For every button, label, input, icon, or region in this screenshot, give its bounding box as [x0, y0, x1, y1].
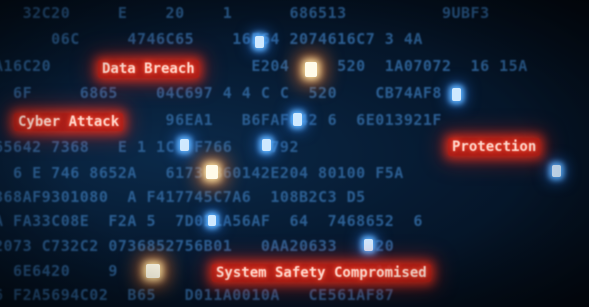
hex-code-row: 06C 4746C65 16E64 2074616C7 3 4A [0, 30, 423, 48]
hex-code-row: 2073 C732C2 0736852756B01 0AA20633 520 [0, 237, 395, 255]
hex-code-row: A FA33C08E F2A 5 7D011A56AF 64 7468652 6 [0, 212, 423, 230]
glowing-white-cell [305, 62, 317, 77]
hex-code-row: 6 E 746 8652A 61736B60142E204 80100 F5A [0, 164, 404, 182]
alert-protection: Protection [448, 138, 541, 156]
glowing-white-cell [206, 165, 218, 179]
glowing-blue-cell [208, 215, 216, 226]
alert-data-breach: Data Breach [98, 60, 199, 78]
alert-cyber-attack: Cyber Attack [14, 113, 124, 131]
hex-code-row: 6F 6865 04C697 4 4 C C 520 CB74AF8 [0, 84, 442, 102]
hex-code-row: A16C20 E204 520 1A07072 16 15A [0, 57, 528, 75]
hex-code-row: 6 F2A5694C02 B65 D011A0010A CE561AF87 [0, 286, 395, 304]
glowing-blue-cell [255, 36, 264, 48]
hex-code-row: 368AF9301080 A F417745C7A6 108B2C3 D5 [0, 188, 366, 206]
glowing-blue-cell [293, 113, 302, 126]
alert-system-safety-compromised: System Safety Compromised [212, 264, 431, 282]
glowing-blue-cell [552, 165, 561, 177]
glowing-blue-cell [262, 139, 271, 151]
glowing-white-cell [146, 264, 160, 278]
glowing-blue-cell [452, 88, 461, 101]
glowing-blue-cell [180, 139, 189, 151]
cyber-security-scene: 32C20 E 20 1 686513 9UBF3 06C 4746C65 16… [0, 0, 589, 307]
hex-code-row: 32C20 E 20 1 686513 9UBF3 [0, 4, 490, 22]
glowing-blue-cell [364, 239, 373, 251]
